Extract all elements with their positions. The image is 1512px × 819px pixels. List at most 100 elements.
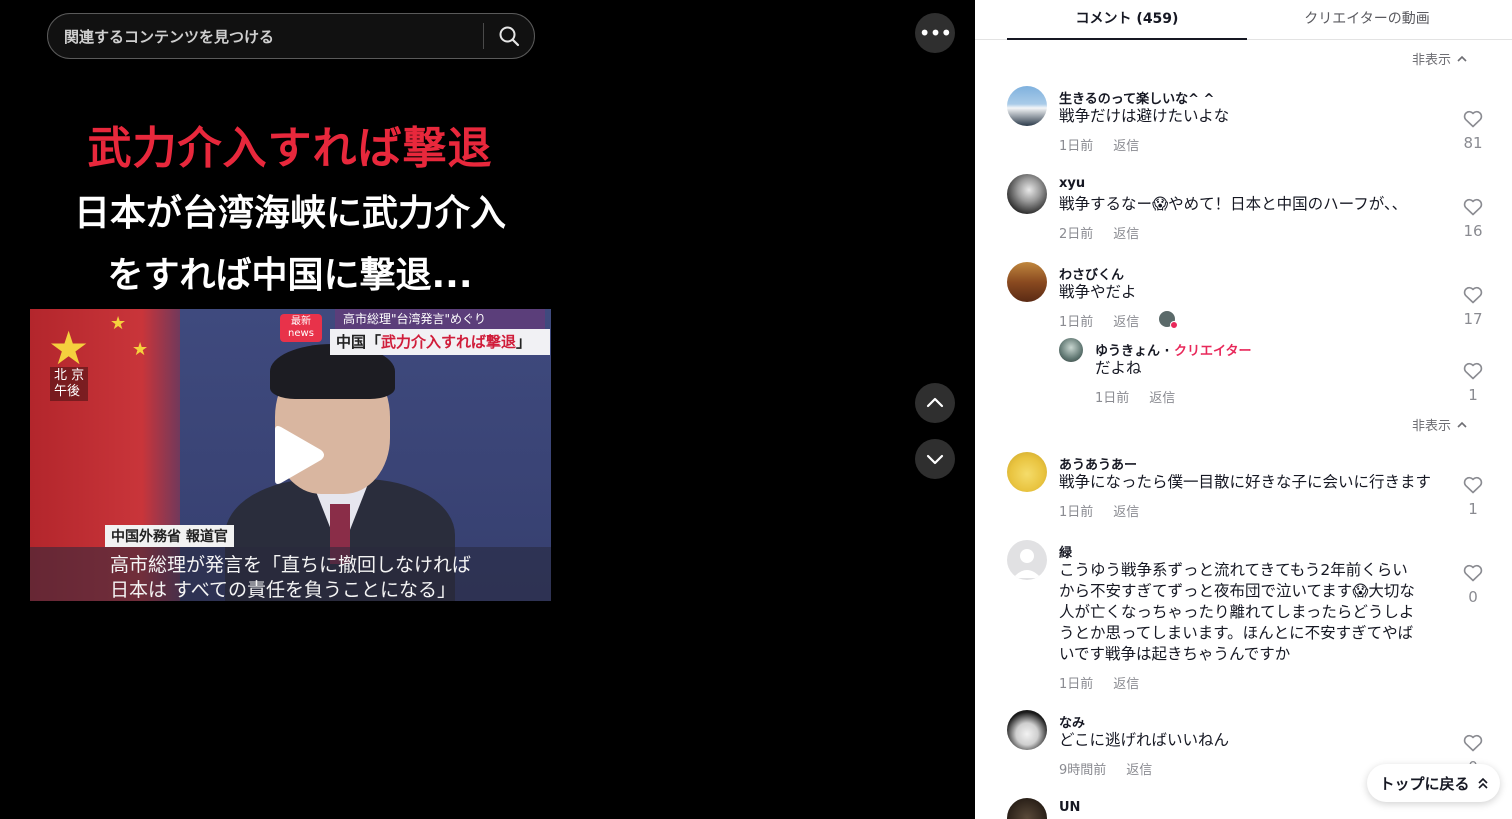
avatar[interactable]	[1007, 86, 1047, 126]
reply-text: だよね	[1095, 359, 1142, 377]
comments-panel: コメント (459) クリエイターの動画 非表示 生きるのって楽しいな^ ^ 戦…	[975, 0, 1512, 819]
heart-icon	[1463, 734, 1483, 752]
comment-meta: 1日前 返信	[1059, 311, 1179, 330]
caption-line1: 高市総理が発言を「直ちに撤回しなければ	[110, 554, 472, 576]
caption-line2: 日本は すべての責任を負うことになる」	[110, 579, 456, 601]
banner-top: 高市総理"台湾発言"めぐり	[335, 309, 545, 329]
app-window: 関連するコンテンツを見つける ••• 武力介入すれば撃退 日本が台湾海峡に武力介…	[0, 0, 1512, 819]
reply-button[interactable]: 返信	[1113, 223, 1139, 242]
avatar[interactable]	[1007, 710, 1047, 750]
reply-meta: 1日前 返信	[1095, 387, 1175, 406]
creator-liked-icon	[1159, 311, 1179, 329]
banner-main: 中国「武力介入すれば撃退」	[330, 329, 550, 355]
comment-meta: 1日前 返信	[1059, 673, 1139, 692]
reply-author[interactable]: ゆうきょん · クリエイター	[1095, 340, 1252, 359]
search-icon	[499, 26, 520, 47]
location-label: 北 京 午後	[50, 367, 89, 401]
video-player[interactable]: ★ ★ ★ 北 京 午後 最新 news 高市総理"台湾発言"めぐり 中国「武力…	[30, 309, 551, 601]
reply-button[interactable]: 返信	[1126, 759, 1152, 778]
heart-icon	[1463, 476, 1483, 494]
reply-button[interactable]: 返信	[1113, 311, 1139, 330]
location-city: 北 京	[54, 368, 85, 383]
comment-meta: 1日前 返信	[1059, 501, 1139, 520]
flag-star-icon: ★	[110, 313, 127, 334]
avatar[interactable]	[1007, 798, 1047, 819]
next-video-button[interactable]	[915, 439, 955, 479]
news-logo: 最新 news	[280, 314, 322, 342]
comment-meta: 9時間前 返信	[1059, 759, 1152, 778]
comment-text: 戦争やだよ	[1059, 283, 1137, 301]
reply-button[interactable]: 返信	[1113, 135, 1139, 154]
avatar[interactable]	[1007, 174, 1047, 214]
video-headline-line2: をすれば中国に撃退...	[107, 255, 473, 296]
comment-author[interactable]: UN	[1059, 800, 1080, 815]
comment-text: 戦争するなー😱やめて！日本と中国のハーフが、、	[1059, 195, 1408, 213]
comment-time: 2日前	[1059, 227, 1094, 242]
comment-text: こうゆう戦争系ずっと流れてきてもう2年前くらいから不安すぎてずっと夜布団で泣いて…	[1059, 561, 1415, 663]
heart-icon	[1463, 286, 1483, 304]
comment-author[interactable]: 緑	[1059, 542, 1072, 561]
avatar[interactable]	[1007, 262, 1047, 302]
like-count: 0	[1468, 588, 1478, 606]
video-headline-line1: 日本が台湾海峡に武力介入	[73, 193, 506, 234]
video-pane: 関連するコンテンツを見つける ••• 武力介入すれば撃退 日本が台湾海峡に武力介…	[0, 0, 975, 819]
like-button[interactable]: 0	[1461, 564, 1485, 606]
comment-text: 戦争だけは避けたいよな	[1059, 107, 1230, 125]
like-count: 81	[1463, 134, 1483, 152]
search-bar[interactable]: 関連するコンテンツを見つける	[47, 13, 535, 59]
heart-icon	[1463, 564, 1483, 582]
heart-icon	[1463, 362, 1483, 380]
tab-comments[interactable]: コメント (459)	[1007, 0, 1247, 40]
comment-meta: 1日前 返信	[1059, 135, 1139, 154]
play-icon[interactable]	[267, 424, 327, 486]
like-count: 1	[1468, 386, 1478, 404]
comment-time: 1日前	[1059, 505, 1094, 520]
avatar[interactable]	[1007, 452, 1047, 492]
like-button[interactable]: 81	[1461, 110, 1485, 152]
search-button[interactable]	[484, 14, 534, 58]
hide-label: 非表示	[1412, 419, 1452, 434]
back-to-top-label: トップに戻る	[1379, 774, 1470, 793]
avatar[interactable]	[1007, 540, 1047, 580]
creator-badge: クリエイター	[1174, 344, 1252, 359]
comment-author[interactable]: なみ	[1059, 712, 1085, 731]
like-count: 16	[1463, 222, 1483, 240]
tab-creator-videos[interactable]: クリエイターの動画	[1247, 0, 1487, 40]
comment-text: 戦争になったら僕一目散に好きな子に会いに行きます	[1059, 473, 1432, 491]
back-to-top-button[interactable]: トップに戻る	[1367, 764, 1500, 802]
tab-bar: コメント (459) クリエイターの動画	[975, 0, 1512, 40]
comment-author[interactable]: わさびくん	[1059, 264, 1124, 283]
chevron-up-icon	[1457, 421, 1467, 428]
banner-suffix: 」	[516, 333, 532, 351]
banner-prefix: 中国「	[336, 333, 382, 351]
comment-time: 9時間前	[1059, 763, 1107, 778]
comment-meta: 2日前 返信	[1059, 223, 1139, 242]
double-chevron-up-icon	[1477, 777, 1488, 789]
more-options-button[interactable]: •••	[915, 13, 955, 53]
flag-star-icon: ★	[132, 339, 149, 360]
search-input[interactable]: 関連するコンテンツを見つける	[48, 26, 483, 47]
comment-author[interactable]: あうあうあー	[1059, 454, 1137, 473]
speaker-role-label: 中国外務省 報道官	[105, 525, 234, 547]
reply-button[interactable]: 返信	[1113, 673, 1139, 692]
chevron-down-icon	[926, 454, 944, 465]
more-icon: •••	[918, 21, 952, 45]
hide-replies-toggle[interactable]: 非表示	[1412, 415, 1467, 434]
comment-author[interactable]: 生きるのって楽しいな^ ^	[1059, 88, 1214, 107]
news-logo-bottom: news	[288, 328, 314, 339]
comment-text: どこに逃げればいいねん	[1059, 731, 1230, 749]
avatar[interactable]	[1059, 338, 1083, 362]
like-button[interactable]: 1	[1461, 476, 1485, 518]
hide-replies-toggle[interactable]: 非表示	[1412, 49, 1467, 68]
video-headline-red: 武力介入すれば撃退	[87, 123, 493, 174]
reply-button[interactable]: 返信	[1149, 387, 1175, 406]
comment-time: 1日前	[1059, 139, 1094, 154]
like-button[interactable]: 17	[1461, 286, 1485, 328]
comment-author[interactable]: xyu	[1059, 176, 1085, 191]
heart-icon	[1463, 198, 1483, 216]
chevron-up-icon	[926, 397, 944, 408]
previous-video-button[interactable]	[915, 383, 955, 423]
like-button[interactable]: 1	[1461, 362, 1485, 404]
like-button[interactable]: 16	[1461, 198, 1485, 240]
reply-button[interactable]: 返信	[1113, 501, 1139, 520]
